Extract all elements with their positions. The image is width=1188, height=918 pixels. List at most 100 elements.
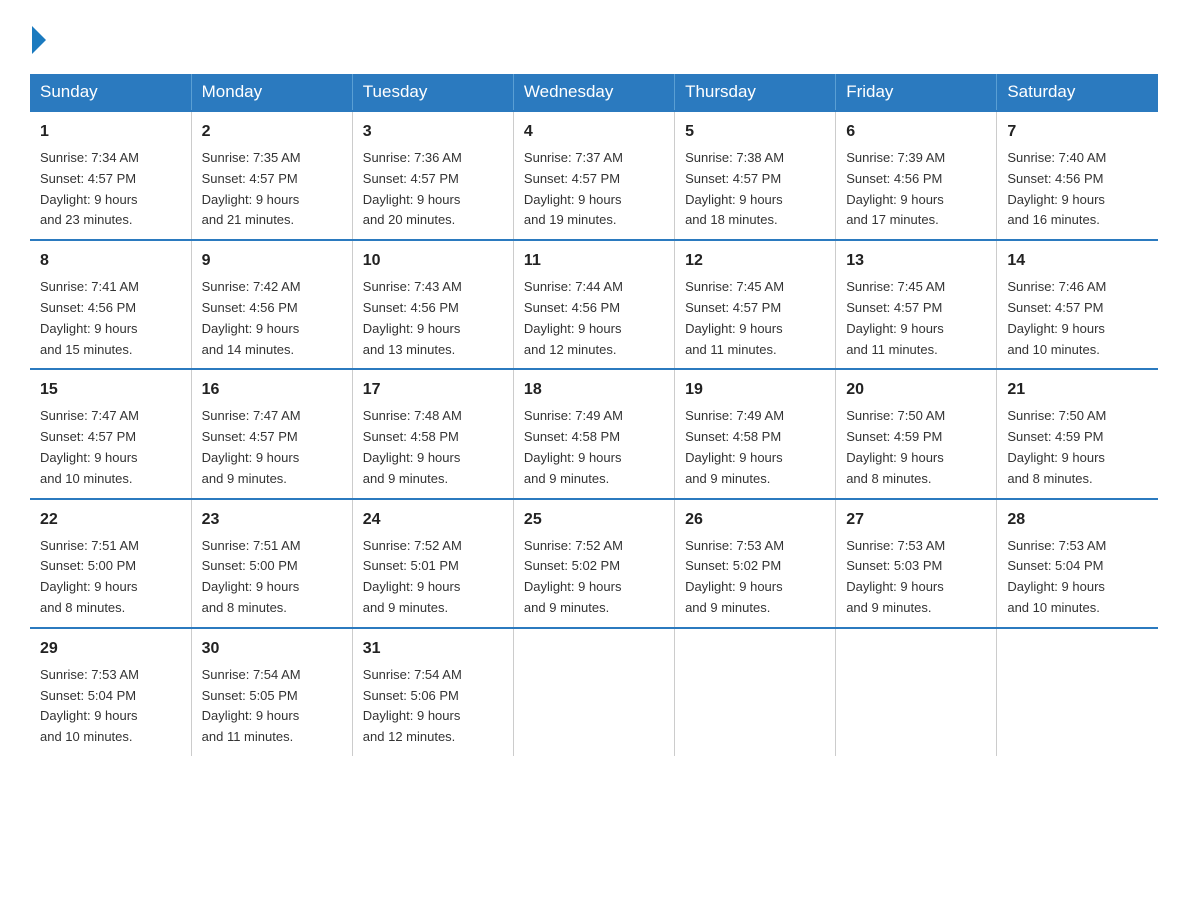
day-cell — [997, 628, 1158, 756]
week-row-5: 29 Sunrise: 7:53 AMSunset: 5:04 PMDaylig… — [30, 628, 1158, 756]
day-number: 5 — [685, 120, 825, 144]
day-info: Sunrise: 7:47 AMSunset: 4:57 PMDaylight:… — [40, 408, 139, 485]
day-info: Sunrise: 7:47 AMSunset: 4:57 PMDaylight:… — [202, 408, 301, 485]
logo-arrow-icon — [32, 26, 46, 54]
day-info: Sunrise: 7:54 AMSunset: 5:06 PMDaylight:… — [363, 667, 462, 744]
day-info: Sunrise: 7:53 AMSunset: 5:04 PMDaylight:… — [1007, 538, 1106, 615]
day-cell: 15 Sunrise: 7:47 AMSunset: 4:57 PMDaylig… — [30, 369, 191, 498]
day-cell: 10 Sunrise: 7:43 AMSunset: 4:56 PMDaylig… — [352, 240, 513, 369]
day-number: 3 — [363, 120, 503, 144]
day-info: Sunrise: 7:49 AMSunset: 4:58 PMDaylight:… — [685, 408, 784, 485]
day-cell: 5 Sunrise: 7:38 AMSunset: 4:57 PMDayligh… — [675, 111, 836, 240]
day-cell: 9 Sunrise: 7:42 AMSunset: 4:56 PMDayligh… — [191, 240, 352, 369]
day-number: 28 — [1007, 508, 1148, 532]
week-row-3: 15 Sunrise: 7:47 AMSunset: 4:57 PMDaylig… — [30, 369, 1158, 498]
day-info: Sunrise: 7:45 AMSunset: 4:57 PMDaylight:… — [846, 279, 945, 356]
day-cell: 2 Sunrise: 7:35 AMSunset: 4:57 PMDayligh… — [191, 111, 352, 240]
day-cell: 21 Sunrise: 7:50 AMSunset: 4:59 PMDaylig… — [997, 369, 1158, 498]
day-number: 10 — [363, 249, 503, 273]
weekday-header-sunday: Sunday — [30, 74, 191, 111]
day-info: Sunrise: 7:48 AMSunset: 4:58 PMDaylight:… — [363, 408, 462, 485]
day-number: 14 — [1007, 249, 1148, 273]
day-number: 26 — [685, 508, 825, 532]
day-info: Sunrise: 7:39 AMSunset: 4:56 PMDaylight:… — [846, 150, 945, 227]
day-info: Sunrise: 7:35 AMSunset: 4:57 PMDaylight:… — [202, 150, 301, 227]
day-cell: 19 Sunrise: 7:49 AMSunset: 4:58 PMDaylig… — [675, 369, 836, 498]
day-info: Sunrise: 7:42 AMSunset: 4:56 PMDaylight:… — [202, 279, 301, 356]
day-cell: 8 Sunrise: 7:41 AMSunset: 4:56 PMDayligh… — [30, 240, 191, 369]
day-number: 30 — [202, 637, 342, 661]
day-info: Sunrise: 7:53 AMSunset: 5:04 PMDaylight:… — [40, 667, 139, 744]
day-number: 16 — [202, 378, 342, 402]
day-cell: 28 Sunrise: 7:53 AMSunset: 5:04 PMDaylig… — [997, 499, 1158, 628]
day-info: Sunrise: 7:46 AMSunset: 4:57 PMDaylight:… — [1007, 279, 1106, 356]
weekday-header-tuesday: Tuesday — [352, 74, 513, 111]
weekday-header-thursday: Thursday — [675, 74, 836, 111]
day-info: Sunrise: 7:49 AMSunset: 4:58 PMDaylight:… — [524, 408, 623, 485]
day-number: 22 — [40, 508, 181, 532]
weekday-header-saturday: Saturday — [997, 74, 1158, 111]
day-cell: 4 Sunrise: 7:37 AMSunset: 4:57 PMDayligh… — [513, 111, 674, 240]
day-info: Sunrise: 7:36 AMSunset: 4:57 PMDaylight:… — [363, 150, 462, 227]
weekday-header-row: SundayMondayTuesdayWednesdayThursdayFrid… — [30, 74, 1158, 111]
day-cell: 3 Sunrise: 7:36 AMSunset: 4:57 PMDayligh… — [352, 111, 513, 240]
day-number: 25 — [524, 508, 664, 532]
day-info: Sunrise: 7:41 AMSunset: 4:56 PMDaylight:… — [40, 279, 139, 356]
day-cell — [513, 628, 674, 756]
day-cell — [675, 628, 836, 756]
day-number: 11 — [524, 249, 664, 273]
day-info: Sunrise: 7:53 AMSunset: 5:03 PMDaylight:… — [846, 538, 945, 615]
day-cell: 23 Sunrise: 7:51 AMSunset: 5:00 PMDaylig… — [191, 499, 352, 628]
day-number: 2 — [202, 120, 342, 144]
day-number: 7 — [1007, 120, 1148, 144]
day-cell: 14 Sunrise: 7:46 AMSunset: 4:57 PMDaylig… — [997, 240, 1158, 369]
day-number: 31 — [363, 637, 503, 661]
day-number: 21 — [1007, 378, 1148, 402]
day-info: Sunrise: 7:52 AMSunset: 5:01 PMDaylight:… — [363, 538, 462, 615]
day-cell: 12 Sunrise: 7:45 AMSunset: 4:57 PMDaylig… — [675, 240, 836, 369]
day-cell: 17 Sunrise: 7:48 AMSunset: 4:58 PMDaylig… — [352, 369, 513, 498]
day-number: 24 — [363, 508, 503, 532]
day-cell: 25 Sunrise: 7:52 AMSunset: 5:02 PMDaylig… — [513, 499, 674, 628]
day-cell: 7 Sunrise: 7:40 AMSunset: 4:56 PMDayligh… — [997, 111, 1158, 240]
day-info: Sunrise: 7:51 AMSunset: 5:00 PMDaylight:… — [40, 538, 139, 615]
week-row-2: 8 Sunrise: 7:41 AMSunset: 4:56 PMDayligh… — [30, 240, 1158, 369]
day-number: 19 — [685, 378, 825, 402]
day-number: 9 — [202, 249, 342, 273]
page-header — [30, 20, 1158, 54]
day-number: 12 — [685, 249, 825, 273]
weekday-header-friday: Friday — [836, 74, 997, 111]
day-cell — [836, 628, 997, 756]
day-number: 29 — [40, 637, 181, 661]
day-number: 18 — [524, 378, 664, 402]
day-cell: 22 Sunrise: 7:51 AMSunset: 5:00 PMDaylig… — [30, 499, 191, 628]
day-number: 27 — [846, 508, 986, 532]
day-info: Sunrise: 7:53 AMSunset: 5:02 PMDaylight:… — [685, 538, 784, 615]
day-cell: 27 Sunrise: 7:53 AMSunset: 5:03 PMDaylig… — [836, 499, 997, 628]
day-info: Sunrise: 7:34 AMSunset: 4:57 PMDaylight:… — [40, 150, 139, 227]
day-number: 4 — [524, 120, 664, 144]
day-cell: 6 Sunrise: 7:39 AMSunset: 4:56 PMDayligh… — [836, 111, 997, 240]
day-cell: 20 Sunrise: 7:50 AMSunset: 4:59 PMDaylig… — [836, 369, 997, 498]
weekday-header-monday: Monday — [191, 74, 352, 111]
day-cell: 11 Sunrise: 7:44 AMSunset: 4:56 PMDaylig… — [513, 240, 674, 369]
day-cell: 18 Sunrise: 7:49 AMSunset: 4:58 PMDaylig… — [513, 369, 674, 498]
day-cell: 13 Sunrise: 7:45 AMSunset: 4:57 PMDaylig… — [836, 240, 997, 369]
calendar-table: SundayMondayTuesdayWednesdayThursdayFrid… — [30, 74, 1158, 756]
day-cell: 24 Sunrise: 7:52 AMSunset: 5:01 PMDaylig… — [352, 499, 513, 628]
day-info: Sunrise: 7:45 AMSunset: 4:57 PMDaylight:… — [685, 279, 784, 356]
week-row-4: 22 Sunrise: 7:51 AMSunset: 5:00 PMDaylig… — [30, 499, 1158, 628]
day-cell: 30 Sunrise: 7:54 AMSunset: 5:05 PMDaylig… — [191, 628, 352, 756]
day-info: Sunrise: 7:40 AMSunset: 4:56 PMDaylight:… — [1007, 150, 1106, 227]
logo — [30, 20, 46, 54]
day-cell: 1 Sunrise: 7:34 AMSunset: 4:57 PMDayligh… — [30, 111, 191, 240]
day-number: 17 — [363, 378, 503, 402]
day-number: 23 — [202, 508, 342, 532]
week-row-1: 1 Sunrise: 7:34 AMSunset: 4:57 PMDayligh… — [30, 111, 1158, 240]
day-info: Sunrise: 7:37 AMSunset: 4:57 PMDaylight:… — [524, 150, 623, 227]
day-number: 8 — [40, 249, 181, 273]
day-info: Sunrise: 7:44 AMSunset: 4:56 PMDaylight:… — [524, 279, 623, 356]
day-info: Sunrise: 7:38 AMSunset: 4:57 PMDaylight:… — [685, 150, 784, 227]
day-number: 1 — [40, 120, 181, 144]
weekday-header-wednesday: Wednesday — [513, 74, 674, 111]
